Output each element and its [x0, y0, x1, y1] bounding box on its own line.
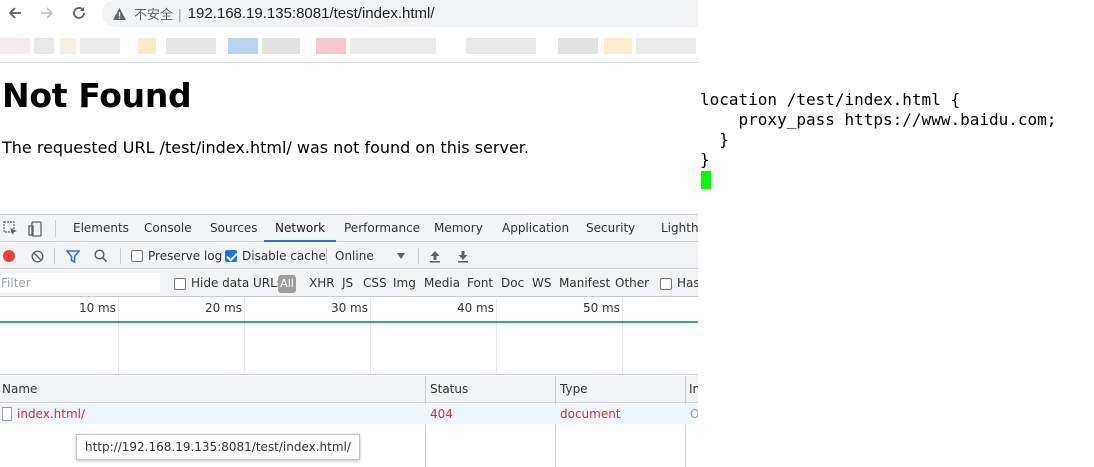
text-cursor: [701, 171, 711, 189]
security-label[interactable]: 不安全: [134, 4, 173, 23]
disable-cache-checkbox[interactable]: Disable cache: [225, 243, 326, 269]
export-har-button[interactable]: [457, 243, 469, 269]
request-name[interactable]: index.html/: [17, 404, 85, 424]
filter-toggle-button[interactable]: [66, 243, 80, 269]
page-content: Not Found The requested URL /test/index.…: [0, 62, 698, 214]
forward-button[interactable]: [35, 0, 59, 26]
chevron-down-icon: [397, 253, 405, 259]
reload-icon: [73, 7, 85, 19]
tab-performance[interactable]: Performance: [344, 215, 420, 242]
filter-img[interactable]: Img: [393, 270, 416, 297]
search-icon: [94, 249, 108, 263]
funnel-icon: [66, 249, 80, 263]
request-type: document: [560, 407, 621, 421]
preserve-log-box[interactable]: [131, 250, 143, 262]
address-separator: |: [178, 5, 182, 22]
document-icon: [2, 407, 12, 421]
timeline-tick-label: 30 ms: [330, 301, 368, 315]
device-toolbar-icon[interactable]: [27, 220, 45, 238]
download-icon: [458, 250, 468, 263]
filter-all-button[interactable]: All: [278, 275, 296, 293]
upload-icon: [430, 250, 440, 263]
throttling-value: Online: [335, 249, 374, 263]
config-line: proxy_pass https://www.baidu.com;: [700, 110, 1057, 129]
filter-font[interactable]: Font: [467, 270, 493, 297]
timeline-tick-label: 40 ms: [456, 301, 494, 315]
arrow-left-icon: [8, 7, 21, 19]
error-message: The requested URL /test/index.html/ was …: [2, 138, 529, 157]
address-bar[interactable]: 不安全 | 192.168.19.135:8081/test/index.htm…: [102, 0, 698, 27]
import-har-button[interactable]: [429, 243, 441, 269]
preserve-log-checkbox[interactable]: Preserve log: [131, 243, 222, 269]
warning-triangle-icon[interactable]: [112, 6, 128, 22]
timeline-tick-label: 20 ms: [204, 301, 242, 315]
requests-table-header: Name Status Type In: [0, 376, 698, 403]
column-header-initiator[interactable]: In: [685, 376, 698, 403]
has-blocked-cookies-checkbox[interactable]: Has: [660, 270, 698, 297]
timeline-bar: [0, 321, 698, 323]
url-text[interactable]: 192.168.19.135:8081/test/index.html/: [188, 5, 435, 22]
nginx-config-editor: location /test/index.html { proxy_pass h…: [698, 0, 1094, 467]
clear-icon: [31, 249, 44, 263]
throttling-select[interactable]: Online: [335, 243, 405, 269]
tab-console[interactable]: Console: [144, 215, 192, 242]
record-icon: [3, 250, 15, 262]
tab-sources[interactable]: Sources: [210, 215, 257, 242]
devtools-panel: Elements Console Sources Network Perform…: [0, 214, 698, 467]
browser-toolbar: 不安全 | 192.168.19.135:8081/test/index.htm…: [0, 0, 698, 28]
tab-security[interactable]: Security: [586, 215, 635, 242]
config-line: }: [700, 130, 729, 149]
disable-cache-label: Disable cache: [242, 249, 326, 263]
filter-manifest[interactable]: Manifest: [559, 270, 610, 297]
search-button[interactable]: [94, 243, 108, 269]
request-status: 404: [430, 407, 453, 421]
column-header-status[interactable]: Status: [426, 376, 468, 403]
tab-memory[interactable]: Memory: [434, 215, 483, 242]
tab-elements[interactable]: Elements: [73, 215, 129, 242]
hide-data-urls-box[interactable]: [174, 277, 186, 290]
filter-other[interactable]: Other: [615, 270, 649, 297]
hide-data-urls-label: Hide data URLs: [191, 276, 284, 290]
hide-data-urls-checkbox[interactable]: Hide data URLs: [174, 270, 283, 297]
devtools-tabbar: Elements Console Sources Network Perform…: [0, 215, 698, 242]
config-line: }: [700, 150, 710, 169]
timeline-tick-label: 10 ms: [78, 301, 116, 315]
config-text[interactable]: location /test/index.html { proxy_pass h…: [700, 90, 1056, 170]
back-button[interactable]: [3, 0, 27, 26]
column-header-type[interactable]: Type: [556, 376, 588, 403]
config-line: location /test/index.html {: [700, 90, 961, 109]
filter-media[interactable]: Media: [424, 270, 460, 297]
tab-lighthouse[interactable]: Lightho: [661, 215, 698, 242]
network-overview[interactable]: 10 ms 20 ms 30 ms 40 ms 50 ms: [0, 298, 698, 375]
arrow-right-icon: [41, 7, 54, 19]
has-blocked-cookies-label: Has: [677, 276, 698, 290]
tab-application[interactable]: Application: [502, 215, 569, 242]
tab-network[interactable]: Network: [264, 215, 337, 242]
filter-css[interactable]: CSS: [363, 270, 387, 297]
filter-ws[interactable]: WS: [532, 270, 551, 297]
url-tooltip: http://192.168.19.135:8081/test/index.ht…: [76, 434, 360, 460]
has-blocked-cookies-box[interactable]: [660, 277, 672, 290]
page-title: Not Found: [2, 76, 192, 115]
preserve-log-label: Preserve log: [148, 249, 223, 263]
network-filter-bar: Hide data URLs All XHR JS CSS Img Media …: [0, 270, 698, 297]
filter-js[interactable]: JS: [342, 270, 353, 297]
request-initiator[interactable]: O: [690, 404, 698, 424]
filter-doc[interactable]: Doc: [501, 270, 524, 297]
reload-button[interactable]: [67, 0, 91, 26]
inspect-element-icon[interactable]: [2, 220, 20, 238]
network-controls: Preserve log Disable cache Online: [0, 243, 698, 269]
filter-input[interactable]: [0, 273, 160, 293]
filter-xhr[interactable]: XHR: [309, 270, 335, 297]
browser-window: 不安全 | 192.168.19.135:8081/test/index.htm…: [0, 0, 698, 467]
bookmarks-bar-blurred: [0, 38, 698, 54]
timeline-tick-label: 50 ms: [582, 301, 620, 315]
clear-button[interactable]: [31, 243, 44, 269]
column-header-name[interactable]: Name: [0, 376, 37, 403]
table-row[interactable]: index.html/ 404 document O: [0, 404, 698, 424]
record-button[interactable]: [3, 243, 15, 269]
disable-cache-box[interactable]: [225, 250, 237, 262]
